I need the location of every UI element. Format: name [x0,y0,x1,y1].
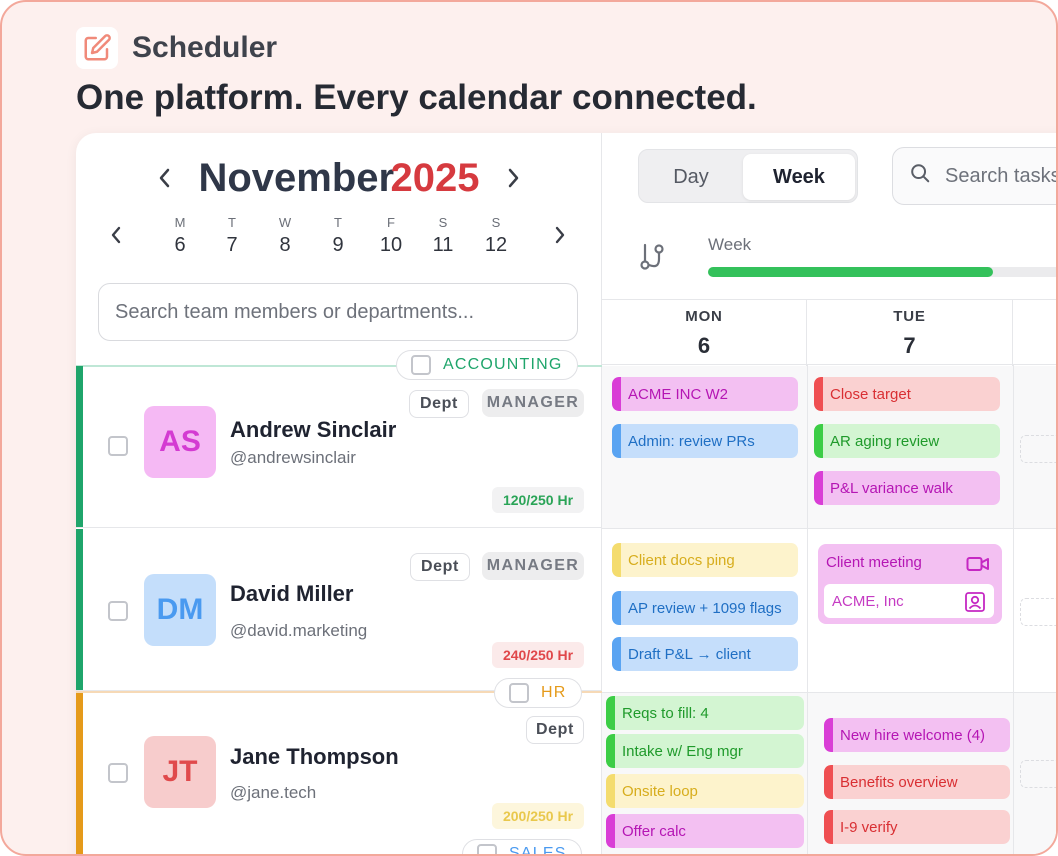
week-view-button[interactable]: Week [743,154,855,200]
day-cell[interactable]: S 12 [481,215,511,257]
calendar-header: MON 6 TUE 7 [602,299,1056,366]
empty-slot[interactable] [1020,598,1056,626]
member-checkbox[interactable] [108,763,128,783]
meeting-card[interactable]: Client meeting ACME, Inc [818,544,1002,624]
member-name: Jane Thompson [230,744,399,769]
event[interactable]: AP review + 1099 flags [612,591,798,625]
view-toggle: Day Week [638,149,858,203]
scheduler-showcase: Scheduler One platform. Every calendar c… [0,0,1058,856]
day-cell[interactable]: T7 [217,215,247,257]
week-progress-bar [708,267,1056,277]
edit-icon [76,27,118,69]
progress-label: Week [708,235,752,254]
prev-month-chevron-icon[interactable] [150,164,178,192]
role-tag: MANAGER [482,389,584,417]
avatar: DM [144,574,216,646]
contact-card-icon[interactable] [964,591,986,617]
calendar-panel: Day Week Search tasks Week MON 6 TUE 7 A… [602,133,1058,854]
empty-slot[interactable] [1020,760,1056,788]
event[interactable]: Benefits overview [824,765,1010,799]
member-handle: @david.marketing [230,621,368,640]
day-cell[interactable]: W8 [270,215,300,257]
team-search-input[interactable]: Search team members or departments... [98,283,578,341]
event[interactable]: Admin: review PRs [612,424,798,458]
week-progress-fill [708,267,993,277]
hours-badge: 200/250 Hr [492,803,584,829]
hours-badge: 240/250 Hr [492,642,584,668]
day-view-button[interactable]: Day [643,154,739,200]
event[interactable]: New hire welcome (4) [824,718,1010,752]
meeting-title: Client meeting [826,554,922,571]
member-row[interactable]: JT Jane Thompson @jane.tech Dept 200/250… [76,693,602,854]
dept-color-bar [76,529,83,690]
brand-name: Scheduler [132,31,278,64]
row-divider [602,692,1056,693]
avatar: JT [144,736,216,808]
event[interactable]: AR aging review [814,424,1000,458]
dept-tag: Dept [526,716,584,744]
column-header-mon: MON 6 [602,300,807,366]
event[interactable]: I-9 verify [824,810,1010,844]
event[interactable]: Onsite loop [606,774,804,808]
member-checkbox[interactable] [108,601,128,621]
row-divider [602,528,1056,529]
event[interactable]: Reqs to fill: 4 [606,696,804,730]
search-icon [909,162,931,190]
dept-checkbox[interactable] [477,844,497,854]
event[interactable]: Intake w/ Eng mgr [606,734,804,768]
event[interactable]: ACME INC W2 [612,377,798,411]
dept-tag: Dept [410,553,470,581]
brand: Scheduler [76,27,277,69]
headline: One platform. Every calendar connected. [76,78,757,117]
week-day-strip: M6 T7 W8 T9 F 10 S 11 S 12 [76,215,602,265]
day-cell[interactable]: M6 [165,215,195,257]
dept-tag: Dept [409,390,469,418]
day-cell[interactable]: F 10 [376,215,406,257]
member-name: Andrew Sinclair [230,417,397,442]
month-navigator: November 2025 [76,153,602,203]
column-header-tue: TUE 7 [807,300,1013,366]
member-handle: @jane.tech [230,783,317,802]
month-year: 2025 [390,155,480,200]
meeting-client: ACME, Inc [824,584,994,618]
branch-icon [636,241,668,273]
video-camera-icon[interactable] [966,556,990,577]
empty-slot[interactable] [1020,435,1056,463]
meeting-client-name: ACME, Inc [832,592,904,610]
dept-color-bar [76,366,83,527]
member-row[interactable]: AS Andrew Sinclair @andrewsinclair Dept … [76,366,602,528]
avatar: AS [144,406,216,478]
day-cell[interactable]: S 11 [428,215,458,257]
task-search-input[interactable]: Search tasks [892,147,1058,205]
member-row[interactable]: DM David Miller @david.marketing Dept MA… [76,529,602,691]
day-cell[interactable]: T9 [323,215,353,257]
dept-label: SALES [509,845,567,856]
dept-color-bar [76,693,83,854]
event[interactable]: Client docs ping [612,543,798,577]
event[interactable]: Offer calc [606,814,804,848]
app-window: November 2025 M6 T7 W8 T9 F 10 S 11 S 12… [76,133,1058,856]
next-month-chevron-icon[interactable] [500,164,528,192]
member-checkbox[interactable] [108,436,128,456]
column-divider [1013,365,1014,854]
member-name: David Miller [230,581,354,606]
event[interactable]: Draft P&L → client [612,637,798,671]
month-name: November [198,155,395,200]
event[interactable]: P&L variance walk [814,471,1000,505]
task-search-placeholder: Search tasks [945,164,1058,187]
role-tag: MANAGER [482,552,584,580]
member-handle: @andrewsinclair [230,448,356,467]
column-divider [807,365,808,854]
team-panel: November 2025 M6 T7 W8 T9 F 10 S 11 S 12… [76,133,602,856]
hours-badge: 120/250 Hr [492,487,584,513]
dept-pill-sales[interactable]: SALES [462,839,582,856]
event[interactable]: Close target [814,377,1000,411]
